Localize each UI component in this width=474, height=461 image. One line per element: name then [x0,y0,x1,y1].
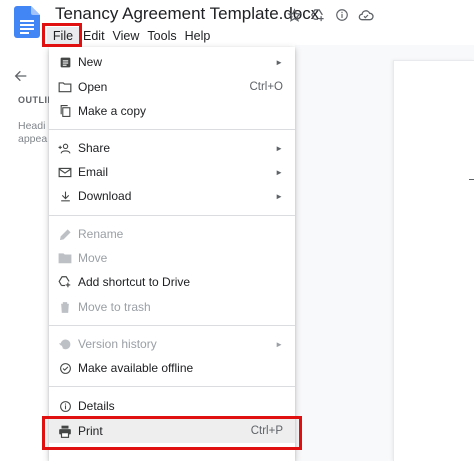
menu-item-label: Make a copy [78,104,147,118]
info-icon [58,399,72,413]
menu-item-move[interactable]: Move [49,246,295,270]
doc-icon [58,55,72,69]
back-arrow-icon[interactable] [12,68,30,84]
menu-item-label: Add shortcut to Drive [78,275,191,289]
menu-item-rename[interactable]: Rename [49,222,295,246]
menu-item-label: Make available offline [78,361,194,375]
person-add-icon [58,141,72,155]
document-page[interactable] [393,60,474,461]
menu-divider [49,386,295,387]
menu-item-make-offline[interactable]: Make available offline [49,356,295,380]
menu-divider [49,215,295,216]
menu-item-new[interactable]: New ► [49,50,295,74]
trash-icon [58,300,72,314]
move-to-drive-icon[interactable] [309,6,327,24]
menu-item-label: Version history [78,337,157,351]
menu-tools[interactable]: Tools [143,27,180,45]
download-icon [58,189,72,203]
shortcut-text: Ctrl+O [249,81,283,93]
copy-icon [58,104,72,118]
submenu-arrow-icon: ► [275,167,283,177]
info-icon[interactable] [333,6,351,24]
menu-item-label: Email [78,165,109,179]
menu-item-add-shortcut[interactable]: Add shortcut to Drive [49,270,295,294]
menu-item-label: New [78,55,103,69]
menu-item-open[interactable]: Open Ctrl+O [49,75,295,99]
menu-item-label: Details [78,399,115,413]
menu-view[interactable]: View [109,27,144,45]
add-drive-icon [58,275,72,289]
submenu-arrow-icon: ► [275,339,283,349]
menu-item-email[interactable]: Email ► [49,160,295,184]
menu-item-label: Move to trash [78,300,151,314]
menu-divider [49,325,295,326]
docs-logo-icon[interactable] [14,6,40,38]
menu-item-label: Move [78,251,108,265]
menu-item-share[interactable]: Share ► [49,136,295,160]
file-highlight-box [42,23,82,47]
print-highlight-box [42,416,302,450]
menu-item-label: Rename [78,227,124,241]
menu-item-download[interactable]: Download ► [49,184,295,208]
menu-edit[interactable]: Edit [79,27,109,45]
menu-item-make-copy[interactable]: Make a copy [49,99,295,123]
menu-divider [49,129,295,130]
folder-icon [58,80,72,94]
menu-help[interactable]: Help [181,27,215,45]
submenu-arrow-icon: ► [275,57,283,67]
pencil-icon [58,227,72,241]
history-icon [58,337,72,351]
move-folder-icon [58,251,72,265]
menu-item-version-history[interactable]: Version history ► [49,332,295,356]
file-menu: New ► Open Ctrl+O Make a copy Share ► Em… [49,47,295,461]
offline-check-icon [58,361,72,375]
cloud-status-icon[interactable] [357,6,375,24]
menu-item-label: Open [78,80,108,94]
document-title[interactable]: Tenancy Agreement Template.docx [55,4,319,24]
email-icon [58,165,72,179]
star-icon[interactable] [285,6,303,24]
menu-item-details[interactable]: Details [49,394,295,418]
menu-item-move-trash[interactable]: Move to trash [49,295,295,319]
menu-item-label: Share [78,141,111,155]
submenu-arrow-icon: ► [275,143,283,153]
submenu-arrow-icon: ► [275,191,283,201]
menu-item-label: Download [78,189,132,203]
page-marker [469,179,474,180]
